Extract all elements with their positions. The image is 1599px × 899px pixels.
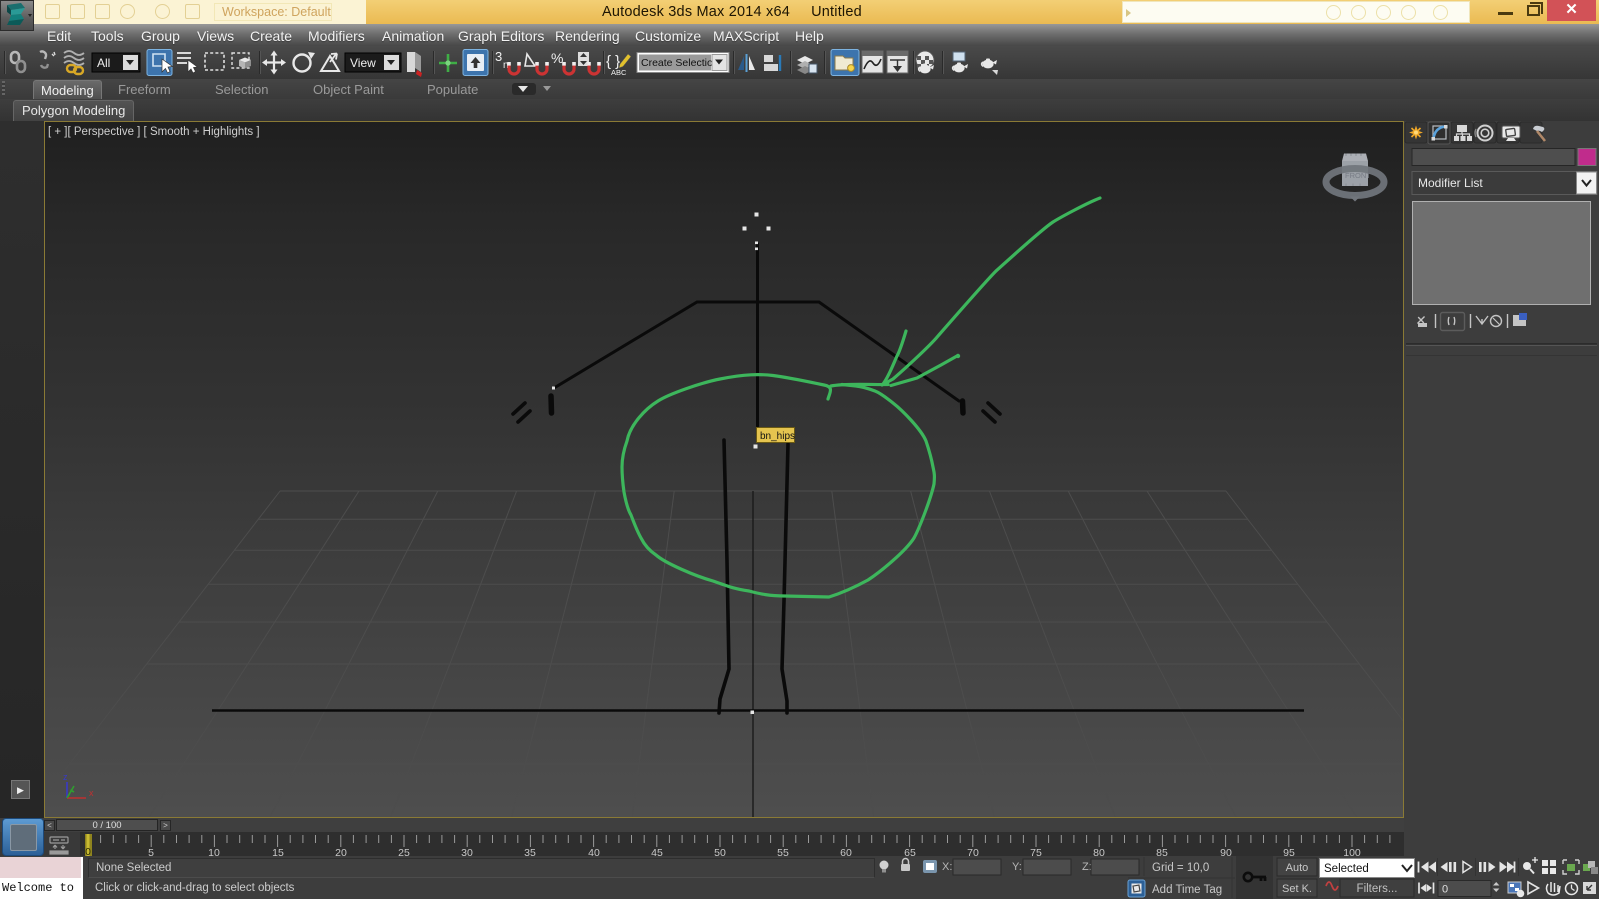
svg-text:Selected: Selected [1324,863,1369,875]
svg-text:75: 75 [1030,847,1042,856]
svg-text:z: z [63,772,68,782]
svg-text:35: 35 [524,847,536,856]
svg-text:%: % [551,50,563,66]
svg-text:3: 3 [495,49,502,64]
svg-text:70: 70 [967,847,979,856]
svg-text:Set K.: Set K. [1282,883,1312,895]
svg-text:45: 45 [651,847,663,856]
svg-text:40: 40 [588,847,600,856]
svg-text:bn_hips: bn_hips [760,431,795,442]
svg-text:0: 0 [1442,884,1448,896]
svg-text:100: 100 [1343,847,1361,856]
svg-text:0: 0 [85,847,91,856]
svg-text:x: x [89,788,94,798]
svg-text:60: 60 [840,847,852,856]
svg-text:View: View [350,56,376,70]
svg-text:Grid = 10,0: Grid = 10,0 [1152,862,1209,874]
svg-text:15: 15 [272,847,284,856]
svg-text:95: 95 [1283,847,1295,856]
svg-text:30: 30 [461,847,473,856]
svg-text:X:: X: [942,861,952,873]
svg-text:All: All [97,56,110,70]
svg-text:Z:: Z: [1082,861,1092,873]
svg-text:85: 85 [1156,847,1168,856]
svg-text:50: 50 [714,847,726,856]
svg-text:Y:: Y: [1012,861,1022,873]
svg-text:ABC: ABC [611,68,627,77]
svg-text:55: 55 [777,847,789,856]
svg-text:80: 80 [1093,847,1105,856]
svg-text:Filters...: Filters... [1357,883,1398,895]
svg-text:Add Time Tag: Add Time Tag [1152,884,1222,896]
svg-text:25: 25 [398,847,410,856]
svg-text:Modifier List: Modifier List [1418,176,1483,190]
svg-text:65: 65 [904,847,916,856]
svg-text:20: 20 [335,847,347,856]
svg-text:90: 90 [1220,847,1232,856]
svg-text:Auto: Auto [1286,862,1309,874]
svg-text:Create Selection: Create Selection [641,57,719,69]
svg-text:5: 5 [148,847,154,856]
svg-text:10: 10 [208,847,220,856]
